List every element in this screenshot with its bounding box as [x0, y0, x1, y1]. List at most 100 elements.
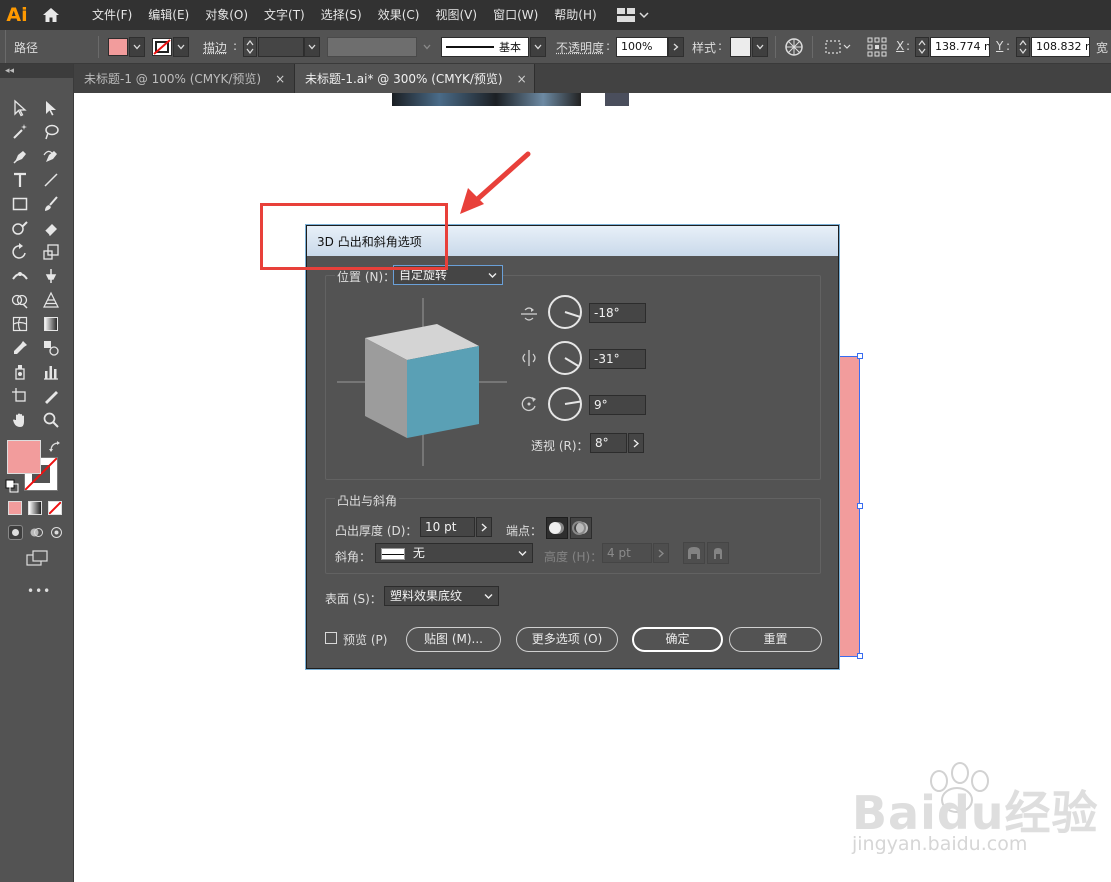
- fill-swatch[interactable]: [108, 38, 128, 56]
- line-segment-tool-icon[interactable]: [40, 169, 62, 191]
- menu-view[interactable]: 视图(V): [429, 0, 483, 30]
- perspective-field[interactable]: 8°: [590, 433, 627, 453]
- default-colors-icon[interactable]: [5, 479, 19, 493]
- screen-mode-icon[interactable]: [25, 549, 49, 567]
- selection-handle[interactable]: [857, 653, 863, 659]
- rectangle-tool-icon[interactable]: [9, 193, 31, 215]
- rotate-x-dial[interactable]: [548, 295, 582, 329]
- menu-file[interactable]: 文件(F): [86, 0, 138, 30]
- menu-effect[interactable]: 效果(C): [372, 0, 426, 30]
- preview-label[interactable]: 预览 (P): [343, 631, 387, 648]
- lasso-tool-icon[interactable]: [40, 121, 62, 143]
- y-stepper[interactable]: [1016, 37, 1030, 57]
- placed-photo-edge[interactable]: [605, 93, 629, 106]
- menu-object[interactable]: 对象(O): [199, 0, 254, 30]
- direct-selection-tool-icon[interactable]: [40, 97, 62, 119]
- selection-handle[interactable]: [857, 353, 863, 359]
- graphic-style-swatch[interactable]: [730, 37, 751, 57]
- none-mode-icon[interactable]: [48, 501, 62, 515]
- surface-select[interactable]: 塑料效果底纹: [384, 586, 499, 606]
- scale-tool-icon[interactable]: [40, 241, 62, 263]
- perspective-flyout[interactable]: [628, 433, 644, 453]
- curvature-tool-icon[interactable]: [40, 145, 62, 167]
- opacity-flyout[interactable]: [668, 37, 684, 57]
- opacity-label[interactable]: 不透明度: [556, 39, 604, 56]
- hand-tool-icon[interactable]: [9, 409, 31, 431]
- draw-behind-icon[interactable]: [29, 525, 44, 540]
- home-icon[interactable]: [34, 0, 68, 30]
- ok-button[interactable]: 确定: [632, 627, 723, 652]
- eyedropper-tool-icon[interactable]: [9, 337, 31, 359]
- symbol-sprayer-tool-icon[interactable]: [9, 361, 31, 383]
- brush-dropdown[interactable]: [530, 37, 546, 57]
- menu-edit[interactable]: 编辑(E): [142, 0, 195, 30]
- paintbrush-tool-icon[interactable]: [40, 193, 62, 215]
- extrude-depth-field[interactable]: 10 pt: [420, 517, 475, 537]
- stroke-weight-dropdown[interactable]: [304, 37, 320, 57]
- reference-point-icon[interactable]: [866, 36, 888, 58]
- artboard-tool-icon[interactable]: [9, 385, 31, 407]
- menu-help[interactable]: 帮助(H): [548, 0, 602, 30]
- color-mode-icon[interactable]: [8, 501, 22, 515]
- stroke-dropdown[interactable]: [173, 37, 189, 57]
- zoom-tool-icon[interactable]: [40, 409, 62, 431]
- shape-builder-tool-icon[interactable]: [9, 289, 31, 311]
- stroke-weight-field[interactable]: [258, 37, 304, 57]
- eraser-tool-icon[interactable]: [40, 217, 62, 239]
- variable-width-profile[interactable]: [327, 37, 417, 57]
- 3d-rotation-cube[interactable]: [337, 298, 509, 470]
- blend-tool-icon[interactable]: [40, 337, 62, 359]
- map-art-button[interactable]: 贴图 (M)...: [406, 627, 501, 652]
- gradient-mode-icon[interactable]: [28, 501, 42, 515]
- stroke-label[interactable]: 描边: [203, 39, 227, 56]
- rotate-y-dial[interactable]: [548, 341, 582, 375]
- y-field[interactable]: 108.832 m: [1031, 37, 1090, 57]
- rotate-tool-icon[interactable]: [9, 241, 31, 263]
- rotate-y-field[interactable]: -31°: [589, 349, 646, 369]
- column-graph-tool-icon[interactable]: [40, 361, 62, 383]
- stroke-weight-stepper[interactable]: [243, 37, 257, 57]
- selection-tool-icon[interactable]: [9, 97, 31, 119]
- reset-button[interactable]: 重置: [729, 627, 822, 652]
- more-options-button[interactable]: 更多选项 (O): [516, 627, 618, 652]
- y-label[interactable]: Y: [996, 39, 1003, 53]
- width-label[interactable]: 宽: [1096, 39, 1108, 56]
- x-field[interactable]: 138.774 m: [930, 37, 990, 57]
- cap-off-icon[interactable]: [570, 517, 592, 539]
- width-tool-icon[interactable]: [9, 265, 31, 287]
- document-tab[interactable]: 未标题-1 @ 100% (CMYK/预览) ×: [74, 64, 295, 93]
- slice-tool-icon[interactable]: [40, 385, 62, 407]
- rotate-x-field[interactable]: -18°: [589, 303, 646, 323]
- close-icon[interactable]: ×: [517, 72, 527, 86]
- brush-definition[interactable]: 基本: [441, 37, 529, 57]
- menu-window[interactable]: 窗口(W): [487, 0, 544, 30]
- recolor-artwork-icon[interactable]: [784, 37, 804, 57]
- swap-fill-stroke-icon[interactable]: [48, 440, 62, 454]
- draw-normal-icon[interactable]: [8, 525, 23, 540]
- close-icon[interactable]: ×: [275, 72, 285, 86]
- puppet-warp-tool-icon[interactable]: [40, 265, 62, 287]
- tools-panel-collapse[interactable]: ◂◂: [0, 64, 73, 78]
- bevel-select[interactable]: 无: [375, 543, 533, 563]
- x-label[interactable]: X: [896, 39, 904, 53]
- opacity-field[interactable]: 100%: [616, 37, 668, 57]
- variable-width-dropdown[interactable]: [419, 37, 435, 57]
- fill-color-box[interactable]: [7, 440, 41, 474]
- extrude-depth-flyout[interactable]: [476, 517, 492, 537]
- align-to-selection-icon[interactable]: [824, 37, 854, 57]
- menu-select[interactable]: 选择(S): [315, 0, 368, 30]
- edit-toolbar-more[interactable]: •••: [27, 584, 51, 598]
- magic-wand-tool-icon[interactable]: [9, 121, 31, 143]
- type-tool-icon[interactable]: [9, 169, 31, 191]
- shaper-tool-icon[interactable]: [9, 217, 31, 239]
- cap-on-icon[interactable]: [546, 517, 568, 539]
- document-tab-active[interactable]: 未标题-1.ai* @ 300% (CMYK/预览) ×: [295, 64, 535, 93]
- workspace-switcher[interactable]: [616, 0, 649, 30]
- pen-tool-icon[interactable]: [9, 145, 31, 167]
- x-stepper[interactable]: [915, 37, 929, 57]
- fill-dropdown[interactable]: [129, 37, 145, 57]
- control-bar-grip[interactable]: [0, 30, 6, 63]
- rotate-z-dial[interactable]: [548, 387, 582, 421]
- stroke-swatch[interactable]: [152, 38, 172, 56]
- gradient-tool-icon[interactable]: [40, 313, 62, 335]
